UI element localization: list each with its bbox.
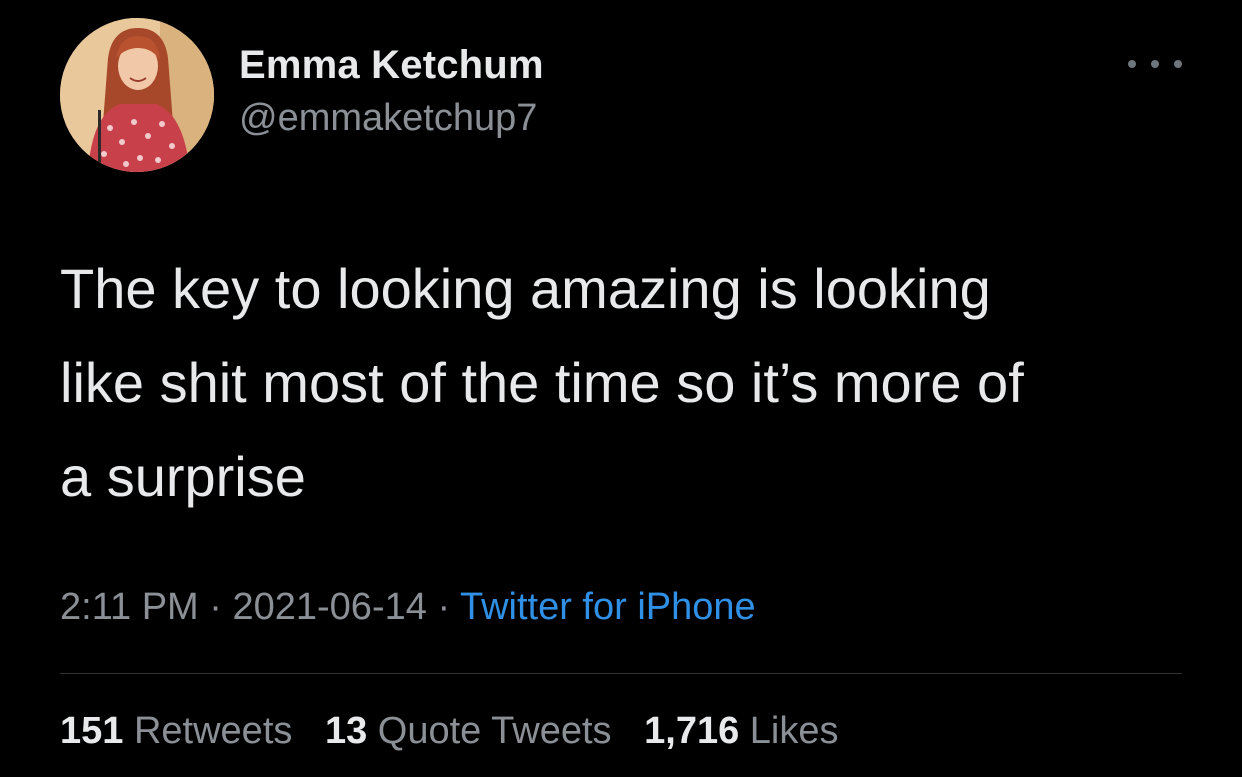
dot (1151, 60, 1159, 68)
quote-tweets-stat[interactable]: 13 Quote Tweets (325, 710, 612, 752)
tweet-card: Emma Ketchum @emmaketchup7 The key to lo… (0, 0, 1242, 777)
tweet-text-line: The key to looking amazing is looking (60, 257, 991, 320)
retweets-label: Retweets (133, 710, 293, 752)
dot (1128, 60, 1136, 68)
profile-photo-icon (60, 18, 214, 172)
likes-label: Likes (749, 710, 839, 752)
avatar[interactable] (60, 18, 214, 172)
quote-tweets-label: Quote Tweets (377, 710, 612, 752)
tweet-stats: 151 Retweets 13 Quote Tweets 1,716 Likes (60, 710, 861, 753)
tweet-time[interactable]: 2:11 PM (60, 586, 199, 628)
tweet-text-line: a surprise (60, 445, 306, 508)
dot (1174, 60, 1182, 68)
tweet-text-line: like shit most of the time so it’s more … (60, 351, 1024, 414)
more-options-icon[interactable] (1128, 52, 1182, 76)
likes-count: 1,716 (644, 710, 740, 752)
retweets-stat[interactable]: 151 Retweets (60, 710, 292, 752)
divider (60, 673, 1182, 674)
tweet-meta: 2:11 PM · 2021-06-14 · Twitter for iPhon… (60, 586, 756, 629)
tweet-date[interactable]: 2021-06-14 (232, 586, 426, 628)
retweets-count: 151 (60, 710, 124, 752)
separator: · (209, 586, 222, 628)
tweet-text: The key to looking amazing is looking li… (60, 242, 1180, 524)
likes-stat[interactable]: 1,716 Likes (644, 710, 838, 752)
display-name[interactable]: Emma Ketchum (239, 43, 544, 88)
separator: · (437, 586, 451, 628)
quote-tweets-count: 13 (324, 710, 368, 752)
tweet-source-link[interactable]: Twitter for iPhone (460, 586, 756, 628)
user-handle[interactable]: @emmaketchup7 (239, 97, 537, 140)
